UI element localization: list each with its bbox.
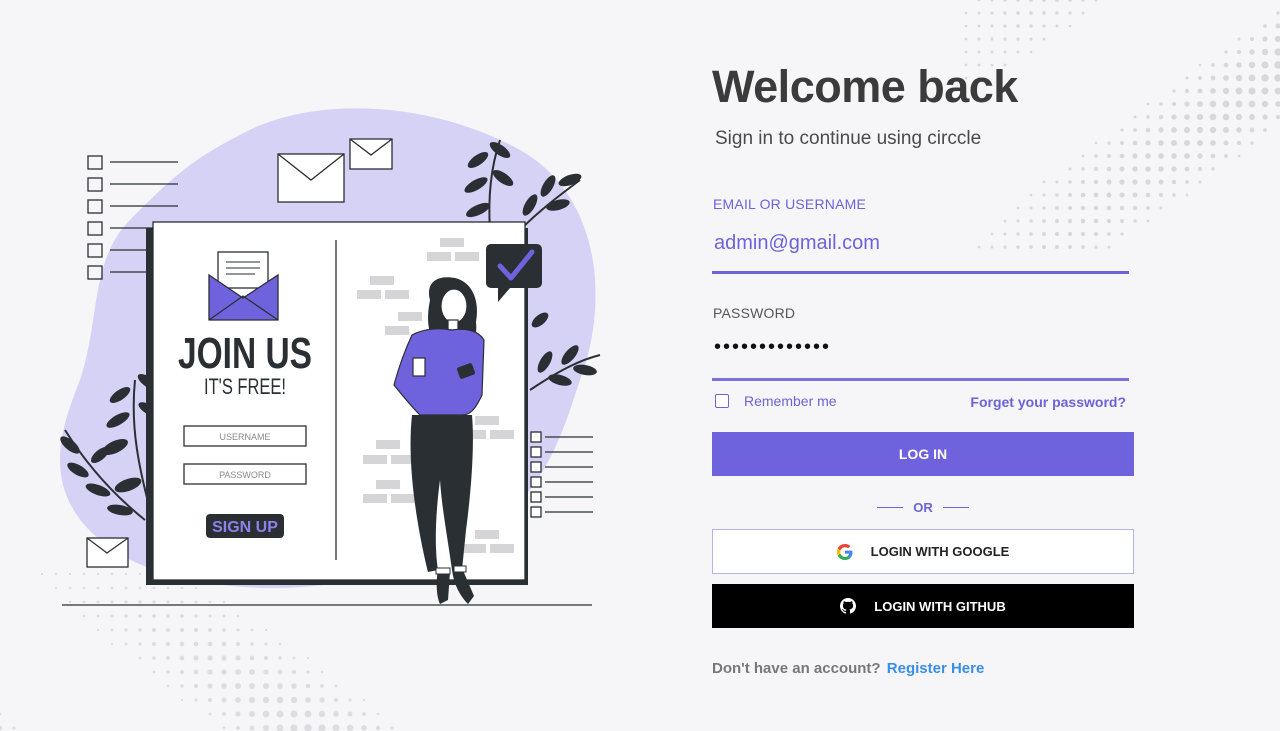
password-label: PASSWORD bbox=[713, 305, 796, 321]
envelope-icon bbox=[277, 153, 345, 203]
join-us-title: JOIN US bbox=[178, 329, 312, 378]
envelope-small-icon bbox=[349, 138, 393, 170]
or-line-left bbox=[877, 507, 904, 508]
login-with-github-button[interactable]: LOGIN WITH GITHUB bbox=[712, 584, 1134, 628]
email-underline bbox=[712, 271, 1129, 274]
password-input[interactable]: ••••••••••••• bbox=[714, 336, 831, 359]
login-page: JOIN US IT'S FREE! USERNAME PASSWORD SIG… bbox=[0, 0, 1280, 731]
no-account-text: Don't have an account? bbox=[712, 660, 881, 677]
google-button-label: LOGIN WITH GOOGLE bbox=[870, 544, 1010, 559]
or-line-right bbox=[942, 507, 969, 508]
or-text: OR bbox=[913, 500, 933, 515]
login-form: Welcome back Sign in to continue using c… bbox=[712, 60, 1134, 677]
remember-me-checkbox[interactable] bbox=[715, 394, 729, 408]
email-label: EMAIL OR USERNAME bbox=[713, 196, 867, 212]
forgot-password-link[interactable]: Forget your password? bbox=[970, 394, 1126, 410]
register-link[interactable]: Register Here bbox=[887, 660, 985, 677]
page-subtitle: Sign in to continue using circcle bbox=[715, 128, 982, 149]
envelope-bottom-icon bbox=[86, 537, 129, 568]
github-icon bbox=[840, 598, 857, 614]
google-icon bbox=[836, 543, 853, 560]
remember-me-label[interactable]: Remember me bbox=[744, 393, 837, 409]
join-us-subtitle: IT'S FREE! bbox=[204, 374, 286, 399]
register-prompt: Don't have an account? Register Here bbox=[712, 660, 984, 677]
email-input[interactable]: admin@gmail.com bbox=[714, 232, 880, 255]
password-placeholder: PASSWORD bbox=[219, 470, 271, 480]
password-underline bbox=[712, 378, 1129, 381]
signup-illustration: JOIN US IT'S FREE! USERNAME PASSWORD SIG… bbox=[60, 108, 601, 606]
remember-me-row[interactable]: Remember me bbox=[715, 393, 837, 409]
page-title: Welcome back bbox=[712, 61, 1018, 112]
mail-envelope-icon bbox=[208, 251, 279, 321]
signup-label: SIGN UP bbox=[212, 519, 278, 536]
login-button[interactable]: LOG IN bbox=[712, 432, 1134, 476]
login-with-google-button[interactable]: LOGIN WITH GOOGLE bbox=[712, 529, 1134, 574]
or-divider: OR bbox=[712, 500, 1134, 515]
username-placeholder: USERNAME bbox=[219, 432, 270, 442]
github-button-label: LOGIN WITH GITHUB bbox=[874, 598, 1006, 614]
